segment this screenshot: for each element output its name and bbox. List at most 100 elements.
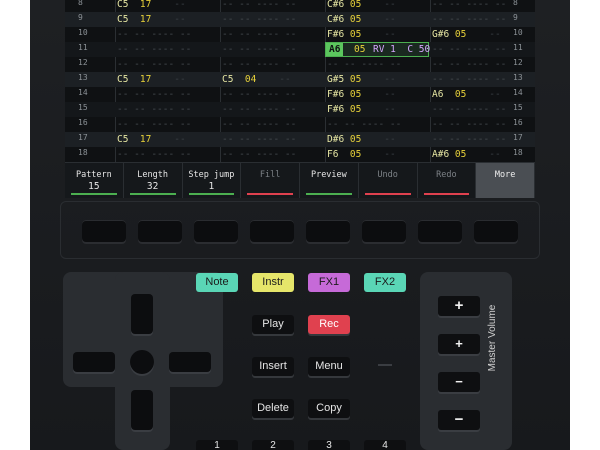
pattern-cell[interactable]: C5 17 --: [117, 0, 186, 11]
row-number: 15: [78, 103, 88, 112]
dpad-right-button[interactable]: [169, 352, 211, 372]
pattern-cell[interactable]: A6 05 --: [432, 88, 501, 101]
pattern-cell[interactable]: -- -- ---- --: [432, 58, 506, 71]
softkey-fill[interactable]: Fill: [241, 163, 300, 198]
softkey-length[interactable]: Length 32: [124, 163, 183, 198]
note-value: C5: [117, 134, 129, 145]
dpad-left-button[interactable]: [73, 352, 115, 372]
pattern-cell[interactable]: -- -- ---- --: [222, 103, 296, 116]
softkey-button-2[interactable]: [138, 220, 182, 242]
softkey-undo[interactable]: Undo: [359, 163, 418, 198]
pattern-row[interactable]: 14 14 -- -- ---- -- -- -- ---- -- F#6 05 -- A…: [65, 87, 535, 102]
volume-up-button[interactable]: +: [438, 334, 480, 354]
pattern-cell[interactable]: -- -- ---- --: [222, 148, 296, 161]
pattern-cell[interactable]: -- -- ---- --: [117, 28, 191, 41]
pattern-cell[interactable]: C5 04 --: [222, 73, 291, 86]
pattern-cell[interactable]: -- -- ---- --: [117, 88, 191, 101]
pattern-row[interactable]: 13 13 C5 17 -- C5 04 -- G#5 05 -- -- -- ---- …: [65, 72, 535, 87]
dpad-down-button[interactable]: [131, 390, 153, 430]
pattern-cell[interactable]: -- -- ---- --: [432, 73, 506, 86]
pattern-cell[interactable]: D#6 05 --: [327, 133, 396, 146]
softkey-button-8[interactable]: [474, 220, 518, 242]
number-key-3[interactable]: 3: [308, 440, 350, 450]
pattern-row[interactable]: 18 18 -- -- ---- -- -- -- ---- -- F6 05 -- A#…: [65, 147, 535, 162]
softkey-button-4[interactable]: [250, 220, 294, 242]
fx2-button[interactable]: FX2: [364, 273, 406, 292]
pattern-cell[interactable]: -- -- ---- --: [222, 43, 296, 56]
pattern-cell[interactable]: -- -- ---- --: [117, 118, 191, 131]
number-key-2[interactable]: 2: [252, 440, 294, 450]
pattern-cell[interactable]: -- -- ---- --: [117, 148, 191, 161]
softkey-step-jump[interactable]: Step jump 1: [183, 163, 242, 198]
pattern-cell[interactable]: -- -- ---- --: [222, 13, 296, 26]
pattern-cell[interactable]: -- -- ---- --: [117, 43, 191, 56]
softkey-button-1[interactable]: [82, 220, 126, 242]
pattern-cell[interactable]: -- -- ---- --: [222, 58, 296, 71]
pattern-row[interactable]: 9 9 C5 17 -- -- -- ---- -- C#6 05 -- -- -- --…: [65, 12, 535, 27]
pattern-row[interactable]: 12 12 -- -- ---- -- -- -- ---- -- -- -- ----…: [65, 57, 535, 72]
volume-up-large-button[interactable]: +: [438, 296, 480, 316]
pattern-cell[interactable]: -- -- ---- --: [432, 13, 506, 26]
pattern-cell[interactable]: C5 17 --: [117, 73, 186, 86]
softkey-button-5[interactable]: [306, 220, 350, 242]
pattern-cell[interactable]: -- -- ---- --: [432, 103, 506, 116]
dpad-center-button[interactable]: [130, 350, 154, 374]
pattern-cell[interactable]: C5 17 --: [117, 133, 186, 146]
pattern-cell[interactable]: C#6 05 --: [327, 0, 396, 11]
pattern-cell[interactable]: F#6 05 --: [327, 88, 396, 101]
pattern-cell[interactable]: -- -- ---- --: [117, 103, 191, 116]
softkey-button-6[interactable]: [362, 220, 406, 242]
row-number-right: 11: [513, 43, 523, 52]
pattern-row[interactable]: 10 10 -- -- ---- -- -- -- ---- -- F#6 05 -- G…: [65, 27, 535, 42]
pattern-cell[interactable]: C#6 05 --: [327, 13, 396, 26]
selected-volume: 05: [354, 44, 366, 55]
rec-button[interactable]: Rec: [308, 315, 350, 334]
pattern-cell[interactable]: -- -- ---- --: [432, 133, 506, 146]
softkey-label: Preview: [310, 170, 347, 180]
pattern-cell[interactable]: -- -- ---- --: [327, 118, 401, 131]
insert-button[interactable]: Insert: [252, 357, 294, 376]
softkey-button-7[interactable]: [418, 220, 462, 242]
pattern-cell[interactable]: -- -- ---- --: [222, 88, 296, 101]
pattern-cell[interactable]: F6 05 --: [327, 148, 396, 161]
volume-down-button[interactable]: −: [438, 372, 480, 392]
pattern-cell[interactable]: -- -- ---- --: [222, 133, 296, 146]
softkey-pattern[interactable]: Pattern 15: [65, 163, 124, 198]
menu-button[interactable]: Menu: [308, 357, 350, 376]
fx1-button[interactable]: FX1: [308, 273, 350, 292]
pattern-cell[interactable]: -- -- ---- --: [222, 118, 296, 131]
note-button[interactable]: Note: [196, 273, 238, 292]
pattern-cell[interactable]: -- -- ---- --: [222, 28, 296, 41]
softkey-preview[interactable]: Preview: [300, 163, 359, 198]
volume-value: 05: [349, 134, 362, 145]
copy-button[interactable]: Copy: [308, 399, 350, 418]
softkey-redo[interactable]: Redo: [418, 163, 477, 198]
pattern-row[interactable]: 11 11 -- -- ---- -- -- -- ---- -- A6 05 RV 1 C…: [65, 42, 535, 57]
pattern-cell[interactable]: C5 17 --: [117, 13, 186, 26]
pattern-row[interactable]: 8 8 C5 17 -- -- -- ---- -- C#6 05 -- -- -- --…: [65, 0, 535, 12]
softkey-more[interactable]: More: [476, 163, 535, 198]
pattern-grid[interactable]: 8 8 C5 17 -- -- -- ---- -- C#6 05 -- -- -- --…: [65, 0, 535, 162]
pattern-cell[interactable]: -- -- ---- --: [432, 43, 506, 56]
pattern-row[interactable]: 16 16 -- -- ---- -- -- -- ---- -- -- -- ----…: [65, 117, 535, 132]
number-key-1[interactable]: 1: [196, 440, 238, 450]
pattern-row[interactable]: 17 17 C5 17 -- -- -- ---- -- D#6 05 -- -- -- …: [65, 132, 535, 147]
dpad-up-button[interactable]: [131, 294, 153, 334]
number-key-4[interactable]: 4: [364, 440, 406, 450]
volume-down-large-button[interactable]: −: [438, 410, 480, 430]
pattern-cell[interactable]: -- -- ---- --: [432, 0, 506, 11]
pattern-row[interactable]: 15 15 -- -- ---- -- -- -- ---- -- F#6 05 -- -…: [65, 102, 535, 117]
pattern-cell[interactable]: -- -- ---- --: [117, 58, 191, 71]
pattern-cell[interactable]: G#5 05 --: [327, 73, 396, 86]
play-button[interactable]: Play: [252, 315, 294, 334]
instr-button[interactable]: Instr: [252, 273, 294, 292]
pattern-cell[interactable]: F#6 05 --: [327, 103, 396, 116]
softkey-button-3[interactable]: [194, 220, 238, 242]
pattern-cell[interactable]: -- -- ---- --: [222, 0, 296, 11]
pattern-cell[interactable]: A#6 05 --: [432, 148, 501, 161]
pattern-cell[interactable]: -- -- ---- --: [432, 118, 506, 131]
pattern-cell[interactable]: -- -- ---- --: [327, 58, 401, 71]
pattern-cell[interactable]: F#6 05 --: [327, 28, 396, 41]
pattern-cell[interactable]: G#6 05 --: [432, 28, 501, 41]
delete-button[interactable]: Delete: [252, 399, 294, 418]
